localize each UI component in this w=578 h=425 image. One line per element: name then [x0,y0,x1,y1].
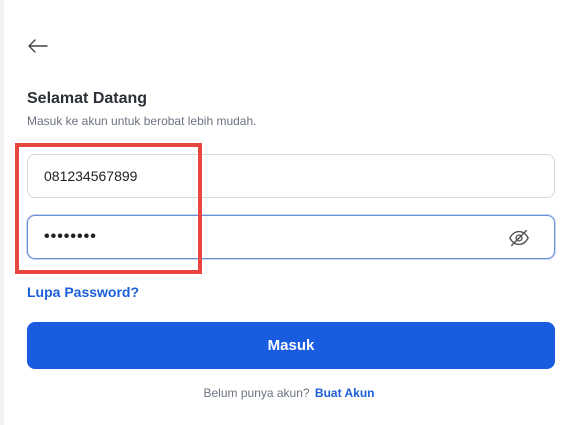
signup-link[interactable]: Buat Akun [315,386,375,400]
arrow-left-icon [28,39,48,53]
highlight-annotation-box [15,143,202,274]
eye-off-icon [509,229,529,247]
login-page: Selamat Datang Masuk ke akun untuk berob… [0,0,578,425]
page-subtitle: Masuk ke akun untuk berobat lebih mudah. [27,114,257,128]
login-button[interactable]: Masuk [27,322,555,369]
left-edge-divider [0,0,4,425]
back-button[interactable] [26,34,50,58]
page-title: Selamat Datang [27,90,148,107]
signup-row: Belum punya akun? Buat Akun [0,386,578,400]
forgot-password-link[interactable]: Lupa Password? [27,284,139,300]
password-toggle-button[interactable] [506,225,532,251]
signup-prompt: Belum punya akun? [203,386,310,400]
